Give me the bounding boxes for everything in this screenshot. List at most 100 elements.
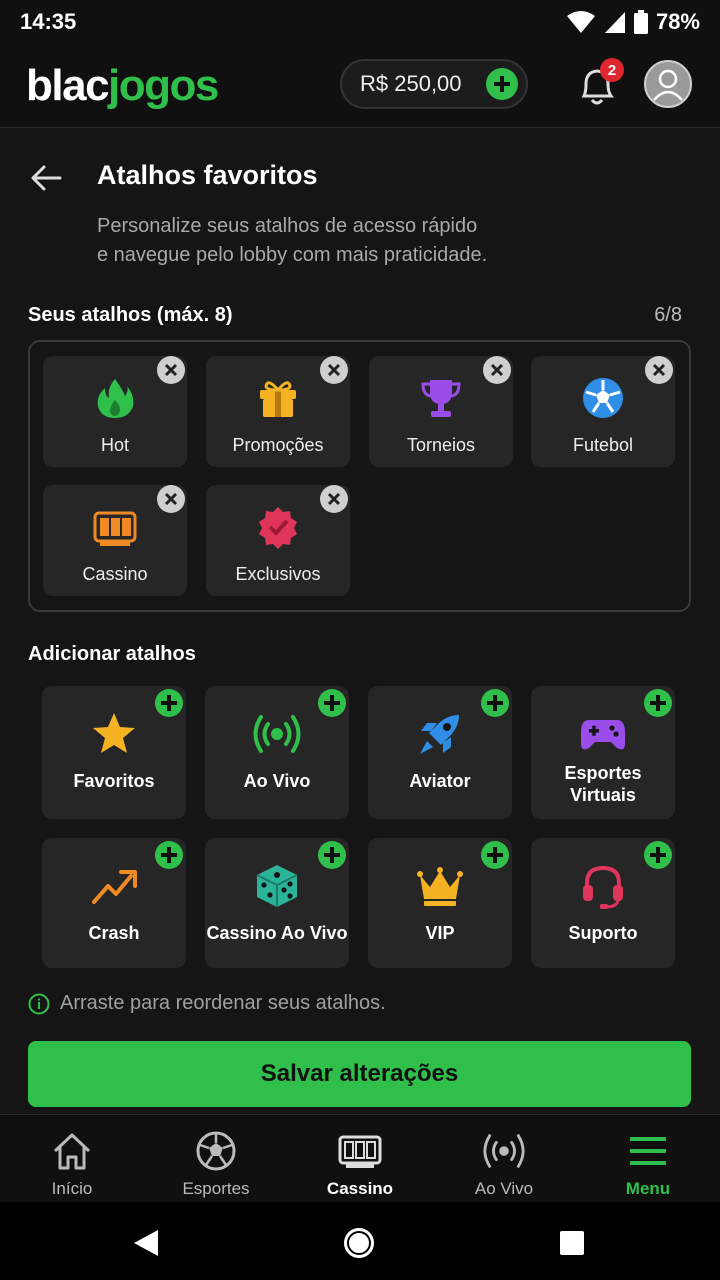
nav-item-ao-vivo[interactable]: Ao Vivo — [432, 1115, 576, 1202]
add-plus-icon[interactable] — [155, 841, 183, 869]
favorite-tile-promocoes[interactable]: Promoções — [206, 356, 350, 467]
tile-label: Cassino Ao Vivo — [206, 923, 348, 943]
add-shortcuts-heading: Adicionar atalhos — [28, 643, 196, 665]
balance-pill[interactable]: R$ 250,00 — [340, 59, 528, 109]
status-bar: 14:35 78% — [0, 0, 720, 44]
live-broadcast-icon — [482, 1129, 526, 1173]
remove-icon[interactable] — [320, 356, 348, 384]
available-tile-favoritos[interactable]: Favoritos — [42, 686, 186, 819]
tile-label: Promoções — [232, 435, 324, 455]
user-icon — [653, 69, 683, 101]
app-header: blacjogos R$ 250,00 2 — [0, 44, 720, 128]
tile-label: VIP — [425, 923, 455, 943]
available-tile-cassino-ao-vivo[interactable]: Cassino Ao Vivo — [205, 838, 349, 968]
gift-icon — [254, 374, 302, 422]
tile-label: Futebol — [572, 435, 634, 455]
deposit-plus-icon[interactable] — [486, 68, 518, 100]
nav-item-cassino[interactable]: Cassino — [288, 1115, 432, 1202]
remove-icon[interactable] — [157, 485, 185, 513]
tile-label: Hot — [100, 435, 129, 455]
add-plus-icon[interactable] — [644, 689, 672, 717]
dice-icon — [253, 862, 301, 910]
system-home-icon[interactable] — [342, 1226, 376, 1260]
nav-item-esportes[interactable]: Esportes — [144, 1115, 288, 1202]
subtitle-line-1: Personalize seus atalhos de acesso rápid… — [97, 215, 478, 237]
nav-label: Início — [51, 1179, 93, 1198]
soccer-ball-icon — [194, 1129, 238, 1173]
available-tile-crash[interactable]: Crash — [42, 838, 186, 968]
exclusive-badge-icon — [254, 503, 302, 551]
nav-label: Esportes — [182, 1179, 250, 1198]
star-icon — [90, 710, 138, 758]
tile-label: Favoritos — [73, 771, 155, 791]
nav-label: Menu — [625, 1179, 671, 1198]
nav-label: Cassino — [326, 1179, 394, 1198]
system-nav-bar — [0, 1202, 720, 1280]
flame-icon — [91, 374, 139, 422]
available-tile-esportes-virtuais[interactable]: Esportes Virtuais — [531, 686, 675, 819]
remove-icon[interactable] — [320, 485, 348, 513]
slot-machine-icon — [91, 503, 139, 551]
info-icon — [28, 993, 50, 1014]
nav-item-menu[interactable]: Menu — [576, 1115, 720, 1202]
add-plus-icon[interactable] — [318, 841, 346, 869]
gamepad-icon — [579, 710, 627, 758]
tile-label-line-2: Virtuais — [570, 785, 636, 805]
crown-icon — [416, 862, 464, 910]
shortcut-count: 6/8 — [654, 304, 682, 326]
trend-up-icon — [90, 862, 138, 910]
remove-icon[interactable] — [483, 356, 511, 384]
reorder-hint: Arraste para reordenar seus atalhos. — [28, 992, 386, 1015]
rocket-icon — [416, 710, 464, 758]
available-tile-aviator[interactable]: Aviator — [368, 686, 512, 819]
tile-label: Esportes Virtuais — [564, 762, 641, 806]
add-plus-icon[interactable] — [155, 689, 183, 717]
favorite-tile-exclusivos[interactable]: Exclusivos — [206, 485, 350, 596]
headset-icon — [579, 862, 627, 910]
remove-icon[interactable] — [645, 356, 673, 384]
available-tile-ao-vivo[interactable]: Ao Vivo — [205, 686, 349, 819]
available-tile-suporto[interactable]: Suporto — [531, 838, 675, 968]
tile-label: Aviator — [409, 771, 471, 791]
signal-icon — [604, 12, 625, 33]
home-icon — [50, 1129, 94, 1173]
tile-label: Torneios — [406, 435, 476, 455]
add-plus-icon[interactable] — [481, 841, 509, 869]
wifi-icon — [566, 11, 595, 33]
back-button[interactable] — [28, 160, 64, 196]
page-title: Atalhos favoritos — [97, 160, 318, 190]
favorite-tile-torneios[interactable]: Torneios — [369, 356, 513, 467]
nav-label: Ao Vivo — [474, 1179, 534, 1198]
status-time: 14:35 — [20, 9, 77, 34]
my-shortcuts-heading: Seus atalhos (máx. 8) — [28, 304, 233, 326]
save-button[interactable]: Salvar alterações — [28, 1041, 691, 1107]
bottom-nav: Início Esportes Cassino Ao Vivo Menu — [0, 1114, 720, 1202]
arrow-left-icon — [31, 165, 62, 191]
favorite-tile-hot[interactable]: Hot — [43, 356, 187, 467]
nav-item-inicio[interactable]: Início — [0, 1115, 144, 1202]
menu-icon — [626, 1129, 670, 1173]
avatar[interactable] — [644, 60, 692, 108]
soccer-ball-icon — [579, 374, 627, 422]
page-subtitle: Personalize seus atalhos de acesso rápid… — [97, 212, 577, 270]
brand-logo[interactable]: blacjogos — [26, 60, 219, 111]
system-back-icon[interactable] — [132, 1228, 160, 1258]
logo-text-white: blac — [26, 60, 110, 110]
notifications-button[interactable]: 2 — [576, 58, 624, 110]
battery-icon — [633, 10, 648, 34]
trophy-icon — [417, 374, 465, 422]
tile-label: Exclusivos — [235, 564, 321, 584]
remove-icon[interactable] — [157, 356, 185, 384]
favorite-tile-cassino[interactable]: Cassino — [43, 485, 187, 596]
add-plus-icon[interactable] — [481, 689, 509, 717]
add-plus-icon[interactable] — [318, 689, 346, 717]
favorite-tile-futebol[interactable]: Futebol — [531, 356, 675, 467]
live-broadcast-icon — [253, 710, 301, 758]
system-recents-icon[interactable] — [559, 1230, 585, 1256]
add-plus-icon[interactable] — [644, 841, 672, 869]
tile-label: Suporto — [568, 923, 638, 943]
tile-label: Cassino — [82, 564, 148, 584]
available-tile-vip[interactable]: VIP — [368, 838, 512, 968]
tile-label: Ao Vivo — [243, 771, 311, 791]
slot-machine-icon — [338, 1129, 382, 1173]
